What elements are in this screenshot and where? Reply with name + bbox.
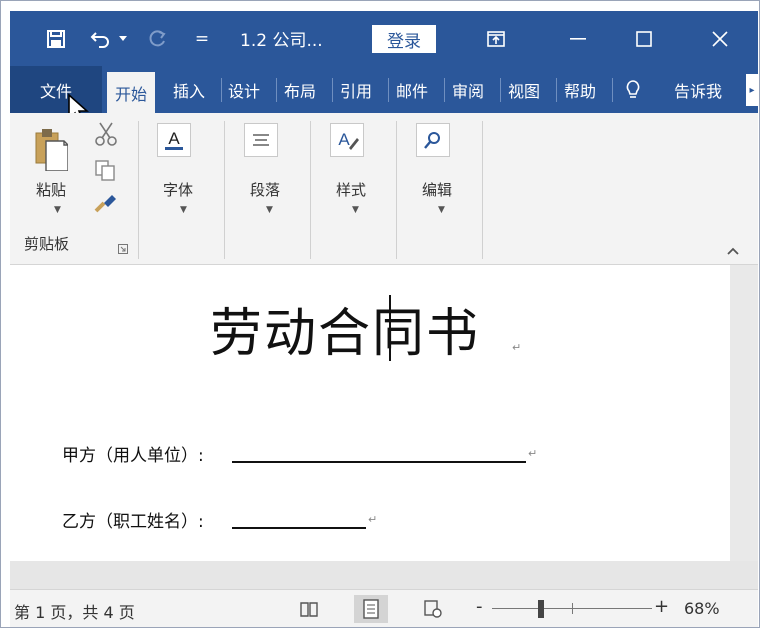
zoom-slider-thumb[interactable] — [538, 600, 544, 618]
font-dropdown-icon[interactable]: ▼ — [180, 205, 187, 215]
tab-help[interactable]: 帮助 — [558, 66, 602, 113]
paragraph-icon[interactable] — [244, 123, 278, 157]
document-title: 1.2 公司... — [240, 31, 323, 51]
tab-divider — [556, 78, 557, 102]
paragraph-mark-icon: ↵ — [528, 447, 538, 460]
document-heading: 劳动合同书 — [210, 304, 481, 364]
group-divider — [224, 121, 225, 259]
undo-dropdown-icon[interactable] — [116, 11, 130, 66]
paste-icon[interactable] — [34, 127, 69, 175]
styles-button[interactable]: 样式 — [336, 179, 366, 200]
read-mode-icon[interactable] — [292, 595, 326, 623]
web-layout-icon[interactable] — [416, 595, 450, 623]
tab-review[interactable]: 审阅 — [446, 66, 490, 113]
font-icon[interactable]: A — [157, 123, 191, 157]
close-icon[interactable] — [700, 11, 740, 66]
party-b-blank-line[interactable] — [232, 527, 366, 529]
ribbon-tab-bar: 文件 开始 插入 设计 布局 引用 邮件 审阅 视图 帮助 告诉我 ▸ — [10, 66, 758, 113]
styles-icon[interactable]: A — [330, 123, 364, 157]
ribbon-home: 粘贴 ▼ 剪贴板 A 字体 ▼ 段落 ▼ A 样式 ▼ 编辑 ▼ — [10, 113, 758, 265]
editing-dropdown-icon[interactable]: ▼ — [438, 205, 445, 215]
undo-icon[interactable] — [86, 11, 116, 66]
party-a-blank-line[interactable] — [232, 461, 526, 463]
zoom-out-button[interactable]: - — [476, 596, 483, 617]
format-painter-icon[interactable] — [94, 193, 118, 219]
copy-icon[interactable] — [94, 159, 116, 185]
tab-divider — [388, 78, 389, 102]
ribbon-display-options-icon[interactable] — [478, 11, 514, 66]
collapse-ribbon-icon[interactable] — [726, 241, 740, 260]
save-icon[interactable] — [38, 11, 74, 66]
tab-divider — [332, 78, 333, 102]
tab-divider — [500, 78, 501, 102]
zoom-slider-center-tick — [572, 603, 573, 614]
clipboard-launcher-icon[interactable] — [118, 239, 128, 258]
zoom-in-button[interactable]: + — [654, 596, 669, 617]
paragraph-button[interactable]: 段落 — [250, 179, 280, 200]
group-divider — [396, 121, 397, 259]
tab-references[interactable]: 引用 — [334, 66, 378, 113]
tab-divider — [276, 78, 277, 102]
paste-button[interactable]: 粘贴 — [36, 179, 66, 200]
styles-dropdown-icon[interactable]: ▼ — [352, 205, 359, 215]
paragraph-mark-icon: ↵ — [512, 341, 522, 354]
tab-divider — [612, 78, 613, 102]
redo-icon — [144, 11, 172, 66]
status-bar: 第 1 页，共 4 页 - + 68% — [10, 589, 758, 627]
print-layout-icon[interactable] — [354, 595, 388, 623]
vertical-scrollbar[interactable] — [730, 265, 758, 561]
tab-mailings[interactable]: 邮件 — [390, 66, 434, 113]
group-divider — [482, 121, 483, 259]
tab-home[interactable]: 开始 — [107, 72, 155, 113]
tab-view[interactable]: 视图 — [502, 66, 546, 113]
zoom-level[interactable]: 68% — [684, 599, 720, 618]
paragraph-dropdown-icon[interactable]: ▼ — [266, 205, 273, 215]
tab-insert[interactable]: 插入 — [167, 66, 211, 113]
maximize-icon[interactable] — [624, 11, 664, 66]
group-divider — [138, 121, 139, 259]
font-button[interactable]: 字体 — [163, 179, 193, 200]
text-cursor — [389, 295, 391, 361]
title-bar: = 1.2 公司... 登录 — [10, 11, 758, 66]
svg-text:A: A — [338, 130, 350, 149]
editing-button[interactable]: 编辑 — [422, 179, 452, 200]
group-divider — [310, 121, 311, 259]
paragraph-mark-icon: ↵ — [368, 513, 378, 526]
tab-divider — [444, 78, 445, 102]
minimize-icon[interactable] — [558, 11, 598, 66]
scroll-tabs-right-icon[interactable]: ▸ — [746, 74, 758, 106]
editing-icon[interactable] — [416, 123, 450, 157]
party-b-label: 乙方（职工姓名）: — [62, 512, 204, 532]
svg-text:A: A — [168, 129, 180, 148]
login-button[interactable]: 登录 — [372, 25, 436, 53]
document-page[interactable]: 劳动合同书 ↵ 甲方（用人单位）: ↵ 乙方（职工姓名）: ↵ — [10, 265, 730, 561]
word-window: = 1.2 公司... 登录 文件 开始 插入 设计 布局 引用 邮件 审阅 视… — [0, 0, 760, 628]
lightbulb-icon[interactable] — [620, 66, 646, 113]
document-area: 劳动合同书 ↵ 甲方（用人单位）: ↵ 乙方（职工姓名）: ↵ — [10, 265, 758, 589]
party-a-label: 甲方（用人单位）: — [62, 446, 204, 466]
tell-me-search[interactable]: 告诉我 — [662, 66, 734, 113]
page-count-status[interactable]: 第 1 页，共 4 页 — [14, 599, 135, 623]
tab-layout[interactable]: 布局 — [278, 66, 322, 113]
customize-quick-access-icon[interactable]: = — [190, 11, 214, 66]
paste-dropdown-icon[interactable]: ▼ — [54, 205, 61, 215]
cut-icon[interactable] — [94, 121, 118, 151]
clipboard-group-label: 剪贴板 — [24, 235, 70, 253]
tab-design[interactable]: 设计 — [222, 66, 266, 113]
